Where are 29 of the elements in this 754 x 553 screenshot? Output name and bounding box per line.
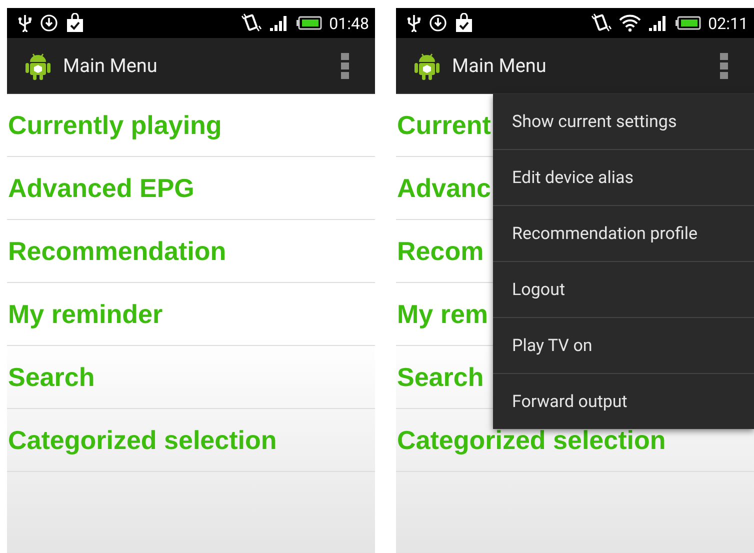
download-icon	[40, 14, 58, 32]
overflow-menu-icon[interactable]	[341, 52, 349, 78]
overflow-menu-item[interactable]: Show current settings	[493, 94, 754, 150]
download-icon	[429, 14, 447, 32]
battery-icon	[675, 16, 702, 30]
app-title: Main Menu	[452, 54, 546, 77]
signal-icon	[648, 15, 668, 31]
overflow-menu-item[interactable]: Play TV on	[493, 318, 754, 374]
clock-time: 01:48	[329, 14, 369, 32]
menu-item[interactable]: Advanced EPG	[7, 157, 375, 220]
signal-icon	[269, 15, 290, 31]
overflow-menu-item[interactable]: Edit device alias	[493, 150, 754, 206]
clock-time: 02:11	[708, 14, 748, 32]
shopping-bag-icon	[454, 13, 474, 33]
usb-icon	[17, 14, 33, 32]
usb-icon	[406, 14, 422, 32]
battery-icon	[296, 16, 322, 30]
menu-item[interactable]: Search	[7, 346, 375, 409]
app-title: Main Menu	[63, 54, 158, 77]
shopping-bag-icon	[65, 13, 85, 33]
vibrate-icon	[590, 13, 612, 33]
menu-item[interactable]: My reminder	[7, 283, 375, 346]
overflow-menu-item[interactable]: Recommendation profile	[493, 206, 754, 262]
menu-item[interactable]: Currently playing	[7, 94, 375, 157]
menu-item[interactable]: Recommendation	[7, 220, 375, 283]
overflow-menu-icon[interactable]	[720, 52, 728, 78]
vibrate-icon	[240, 13, 262, 33]
menu-item[interactable]: Categorized selection	[7, 409, 375, 472]
overflow-menu-item[interactable]: Logout	[493, 262, 754, 318]
